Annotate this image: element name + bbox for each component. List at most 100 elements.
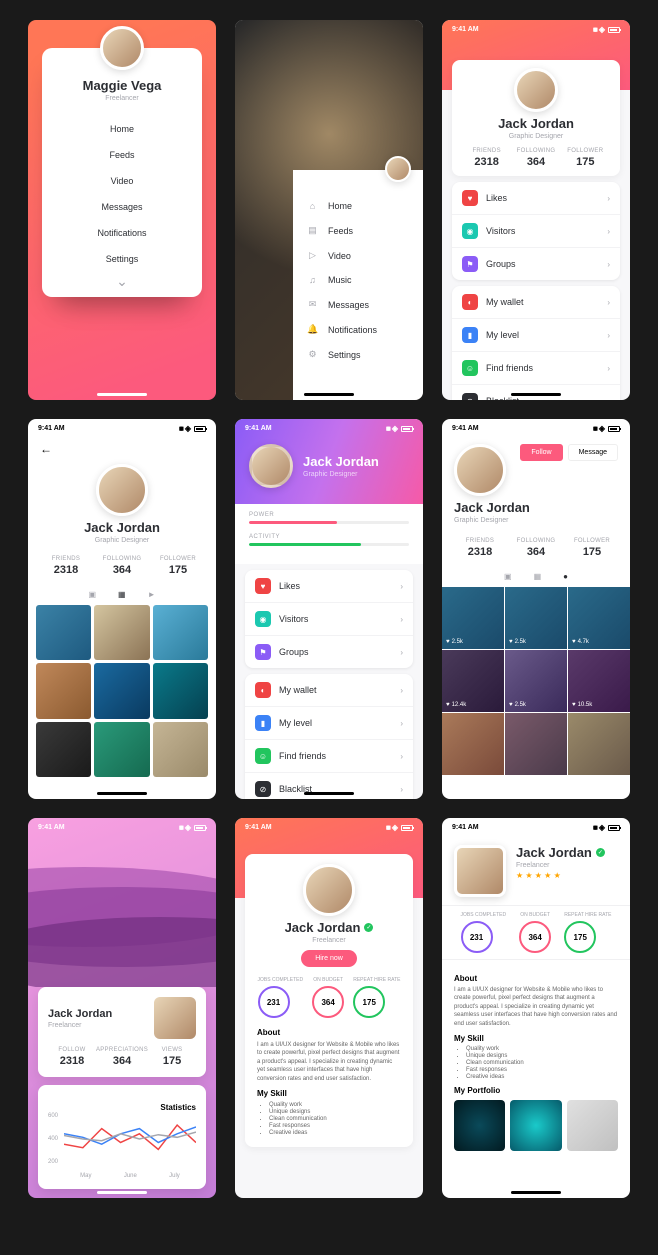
list-item[interactable]: ♥Likes: [452, 182, 620, 215]
home-indicator[interactable]: [97, 792, 147, 795]
avatar[interactable]: [249, 444, 293, 488]
gallery-image[interactable]: [568, 713, 630, 775]
menu-item[interactable]: ⌂Home: [293, 194, 423, 218]
list-item[interactable]: ⚑Groups: [245, 636, 413, 668]
home-indicator[interactable]: [511, 1191, 561, 1194]
gallery-image[interactable]: [94, 605, 149, 660]
tab-gallery-icon[interactable]: ▦: [534, 572, 542, 581]
menu-item[interactable]: Feeds: [52, 142, 192, 168]
avatar[interactable]: [154, 997, 196, 1039]
stat: FRIENDS2318: [462, 148, 511, 168]
profile-card: Maggie Vega Freelancer Home Feeds Video …: [42, 48, 202, 297]
metric: JOBS COMPLETED231: [258, 977, 304, 1018]
avatar[interactable]: [514, 68, 558, 112]
gallery-image[interactable]: [94, 663, 149, 718]
chevron-right-icon: [400, 785, 403, 794]
user-role: Graphic Designer: [303, 471, 379, 478]
gallery-image[interactable]: [94, 722, 149, 777]
list-item[interactable]: ♥Likes: [245, 570, 413, 603]
chart-card: Statistics 600400200 MayJuneJuly: [38, 1085, 206, 1189]
gallery-image[interactable]: [442, 713, 504, 775]
status-bar: 9:41 AM: [28, 419, 216, 438]
tab-cards-icon[interactable]: ▣: [88, 590, 96, 599]
portfolio-image[interactable]: [454, 1100, 505, 1151]
home-indicator[interactable]: [304, 393, 354, 396]
user-name: Jack Jordan: [303, 454, 379, 469]
list-item[interactable]: ▮My level: [452, 319, 620, 352]
menu-item[interactable]: ▷Video: [293, 243, 423, 268]
list-item[interactable]: ☺Find friends: [452, 352, 620, 385]
menu-item[interactable]: Settings: [52, 246, 192, 272]
wifi-icon: [392, 823, 398, 832]
home-indicator[interactable]: [97, 1191, 147, 1194]
stat: FOLLOWING364: [508, 538, 564, 558]
about-text: I am a UI/UX designer for Website & Mobi…: [454, 986, 618, 1028]
stat: FRIENDS2318: [452, 538, 508, 558]
side-panel: ⌂Home▤Feeds▷Video♫Music✉Messages🔔Notific…: [293, 170, 423, 400]
hire-button[interactable]: Hire now: [301, 950, 357, 967]
battery-icon: [608, 825, 620, 831]
home-indicator[interactable]: [97, 393, 147, 396]
list-item[interactable]: ⚑Groups: [452, 248, 620, 280]
avatar[interactable]: [454, 845, 506, 897]
tab-video-icon[interactable]: ►: [148, 590, 156, 599]
pull-handle-icon[interactable]: ⌄: [52, 278, 192, 285]
gallery-image[interactable]: [153, 605, 208, 660]
status-time: 9:41 AM: [452, 824, 479, 831]
gallery-image[interactable]: 4.7k: [568, 587, 630, 649]
menu-item[interactable]: ▤Feeds: [293, 218, 423, 243]
screen-profile-list: 9:41 AM Jack Jordan Graphic Designer FRI…: [442, 20, 630, 400]
gallery-image[interactable]: 2.5k: [505, 587, 567, 649]
gallery-image[interactable]: [153, 663, 208, 718]
gallery-image[interactable]: [153, 722, 208, 777]
tab-video-icon[interactable]: ●: [563, 572, 568, 581]
screen-profile-meters: 9:41 AM Jack Jordan Graphic Designer POW…: [235, 419, 423, 799]
home-indicator[interactable]: [511, 393, 561, 396]
image-grid: 2.5k2.5k4.7k12.4k2.5k10.5k: [442, 587, 630, 775]
menu-item[interactable]: Video: [52, 168, 192, 194]
back-button[interactable]: [28, 438, 216, 460]
menu-item[interactable]: Notifications: [52, 220, 192, 246]
gallery-image[interactable]: 10.5k: [568, 650, 630, 712]
avatar[interactable]: [385, 156, 411, 182]
list-item[interactable]: ◐My wallet: [245, 674, 413, 707]
avatar[interactable]: [303, 864, 355, 916]
list-icon: ◐: [462, 294, 478, 310]
portfolio-image[interactable]: [510, 1100, 561, 1151]
home-indicator[interactable]: [304, 792, 354, 795]
gallery-image[interactable]: 2.5k: [442, 587, 504, 649]
meter-label: POWER: [249, 512, 409, 518]
chart-title: Statistics: [160, 1103, 196, 1112]
gallery-image[interactable]: [36, 605, 91, 660]
tab-cards-icon[interactable]: ▣: [504, 572, 512, 581]
gallery-image[interactable]: [36, 663, 91, 718]
gallery-image[interactable]: 2.5k: [505, 650, 567, 712]
list-item[interactable]: ◉Visitors: [245, 603, 413, 636]
list-item[interactable]: ⊘Blacklist: [245, 773, 413, 799]
menu-item[interactable]: ⚙Settings: [293, 342, 423, 367]
gallery-image[interactable]: 12.4k: [442, 650, 504, 712]
metric: ON BUDGET364: [519, 912, 551, 953]
menu-item[interactable]: ♫Music: [293, 268, 423, 292]
portfolio-image[interactable]: [567, 1100, 618, 1151]
menu-item[interactable]: Messages: [52, 194, 192, 220]
follow-button[interactable]: Follow: [520, 444, 562, 461]
profile-card: Jack Jordan Freelancer Hire now JOBS COM…: [245, 854, 413, 1147]
list-item[interactable]: ◉Visitors: [452, 215, 620, 248]
menu-item[interactable]: Home: [52, 116, 192, 142]
list-item[interactable]: ☺Find friends: [245, 740, 413, 773]
message-button[interactable]: Message: [568, 444, 618, 461]
menu-item[interactable]: 🔔Notifications: [293, 317, 423, 342]
gallery-image[interactable]: [505, 713, 567, 775]
status-time: 9:41 AM: [245, 824, 272, 831]
tab-gallery-icon[interactable]: ▦: [118, 590, 126, 599]
stat: FOLLOWER175: [561, 148, 610, 168]
avatar[interactable]: [100, 26, 144, 70]
list-item[interactable]: ▮My level: [245, 707, 413, 740]
avatar[interactable]: [454, 444, 506, 496]
gallery-image[interactable]: [36, 722, 91, 777]
status-time: 9:41 AM: [245, 425, 272, 432]
avatar[interactable]: [96, 464, 148, 516]
menu-item[interactable]: ✉Messages: [293, 292, 423, 317]
list-item[interactable]: ◐My wallet: [452, 286, 620, 319]
